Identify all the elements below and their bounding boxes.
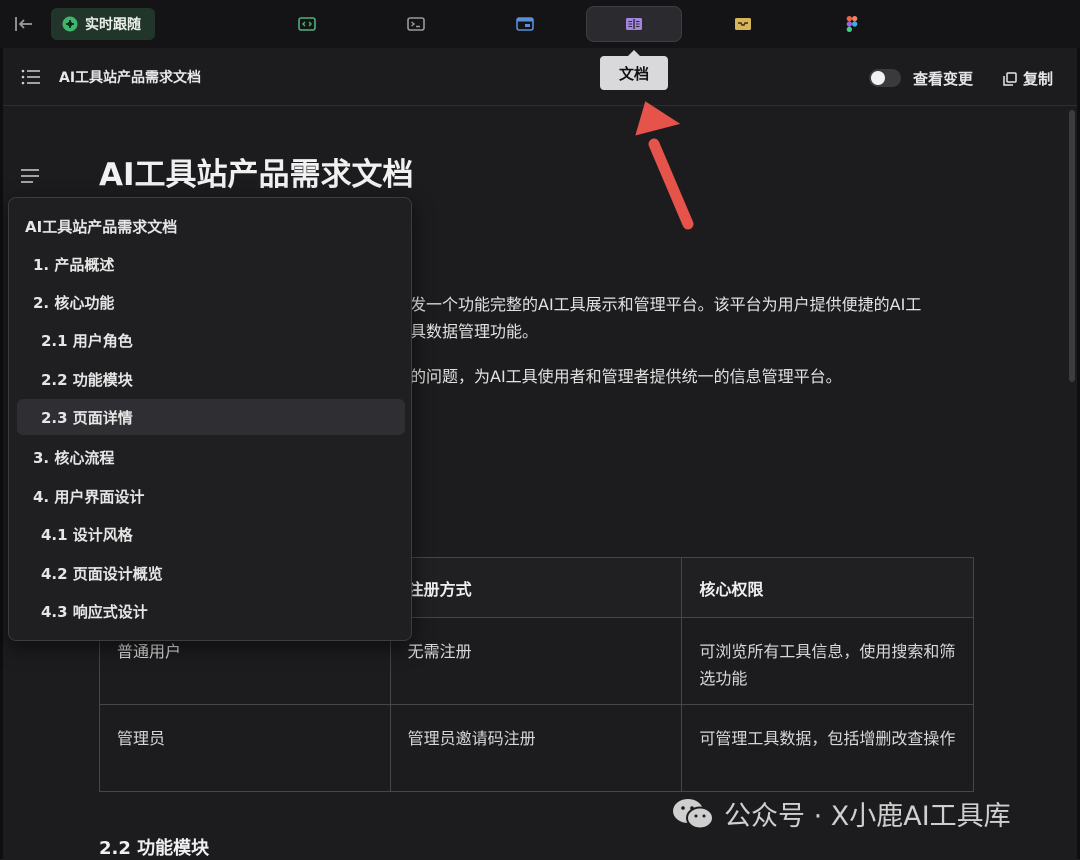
outline-item[interactable]: 2. 核心功能 <box>17 284 405 320</box>
outline-item-label: 2. 核心功能 <box>33 293 115 312</box>
outline-item[interactable]: 2.2 功能模块 <box>17 361 405 397</box>
outline-item[interactable]: AI工具站产品需求文档 <box>17 208 405 244</box>
outline-item[interactable]: 1. 产品概述 <box>17 246 405 282</box>
table-cell: 管理员邀请码注册 <box>389 704 683 792</box>
outline-item-label: 4.3 响应式设计 <box>41 602 148 621</box>
table-cell: 可浏览所有工具信息，使用搜索和筛选功能 <box>681 617 974 705</box>
toggle-knob <box>871 71 885 85</box>
page-title: AI工具站产品需求文档 <box>99 157 414 193</box>
outline-item-label: 4.1 设计风格 <box>41 525 133 544</box>
outline-item-selected[interactable]: 2.3 页面详情 <box>17 399 405 435</box>
preview-window-icon <box>516 17 534 31</box>
outline-item[interactable]: 4. 用户界面设计 <box>17 478 405 514</box>
outline-item[interactable]: 3. 核心流程 <box>17 439 405 475</box>
code-icon <box>298 17 316 31</box>
outline-item-label: 2.1 用户角色 <box>41 331 133 350</box>
goal-paragraph: 的问题，为AI工具使用者和管理者提供统一的信息管理平台。 <box>410 367 842 386</box>
outline-item[interactable]: 4.2 页面设计概览 <box>17 555 405 591</box>
intro-paragraph-line: 具数据管理功能。 <box>410 322 539 341</box>
table-cell: 可管理工具数据，包括增删改查操作 <box>681 704 974 792</box>
copy-label: 复制 <box>1023 70 1054 88</box>
outline-item-label: 4. 用户界面设计 <box>33 487 145 506</box>
intro-paragraph-line: 发一个功能完整的AI工具展示和管理平台。该平台为用户提供便捷的AI工 <box>410 295 922 314</box>
tab-code[interactable] <box>259 6 355 42</box>
section-heading: 2.2 功能模块 <box>99 838 210 859</box>
copy-icon <box>1003 71 1017 86</box>
outline-item-label: 1. 产品概述 <box>33 255 115 274</box>
table-cell: 无需注册 <box>389 617 683 705</box>
table-row: 管理员 管理员邀请码注册 可管理工具数据，包括增删改查操作 <box>99 704 974 792</box>
wechat-icon <box>673 798 714 829</box>
outline-dropdown: AI工具站产品需求文档 1. 产品概述 2. 核心功能 2.1 用户角色 2.2… <box>8 197 412 641</box>
tab-document[interactable] <box>586 6 682 42</box>
table-header-cell: 核心权限 <box>681 557 974 618</box>
figma-icon <box>846 16 858 32</box>
table-cell: 管理员 <box>99 704 391 792</box>
terminal-icon <box>407 17 425 31</box>
follow-label: 实时跟随 <box>85 17 141 33</box>
watermark-text: 公众号 · X小鹿AI工具库 <box>724 801 1011 832</box>
view-changes-label: 查看变更 <box>913 70 974 88</box>
inbox-icon <box>735 18 751 30</box>
outline-item[interactable]: 4.1 设计风格 <box>17 516 405 552</box>
copy-button[interactable]: 复制 <box>1003 68 1053 89</box>
document-title: AI工具站产品需求文档 <box>59 70 202 86</box>
document-icon <box>626 18 642 30</box>
outline-item-label: 3. 核心流程 <box>33 448 115 467</box>
collapse-sidebar-icon[interactable] <box>12 12 36 36</box>
top-toolbar: 实时跟随 <box>0 0 1080 48</box>
outline-item[interactable]: 4.3 响应式设计 <box>17 593 405 629</box>
follow-icon <box>62 16 78 32</box>
table-header-cell: 注册方式 <box>389 557 683 618</box>
realtime-follow-button[interactable]: 实时跟随 <box>51 8 155 40</box>
document-header: AI工具站产品需求文档 查看变更 复制 <box>3 50 1077 106</box>
document-tab-tooltip: 文档 <box>600 50 668 90</box>
view-changes-toggle[interactable] <box>869 69 901 87</box>
watermark: 公众号 · X小鹿AI工具库 <box>672 794 1011 833</box>
outline-item-label: 2.3 页面详情 <box>41 408 133 427</box>
tab-preview[interactable] <box>477 6 573 42</box>
scrollbar[interactable] <box>1069 110 1075 382</box>
outline-item-label: 2.2 功能模块 <box>41 370 133 389</box>
tab-terminal[interactable] <box>368 6 464 42</box>
outline-item-label: 4.2 页面设计概览 <box>41 564 163 583</box>
outline-toggle-icon[interactable] <box>20 168 40 184</box>
tab-figma[interactable] <box>804 6 900 42</box>
tab-inbox[interactable] <box>695 6 791 42</box>
outline-item[interactable]: 2.1 用户角色 <box>17 322 405 358</box>
outline-menu-icon[interactable] <box>21 69 41 85</box>
outline-item-label: AI工具站产品需求文档 <box>25 217 178 236</box>
annotation-arrow-icon <box>635 101 694 230</box>
